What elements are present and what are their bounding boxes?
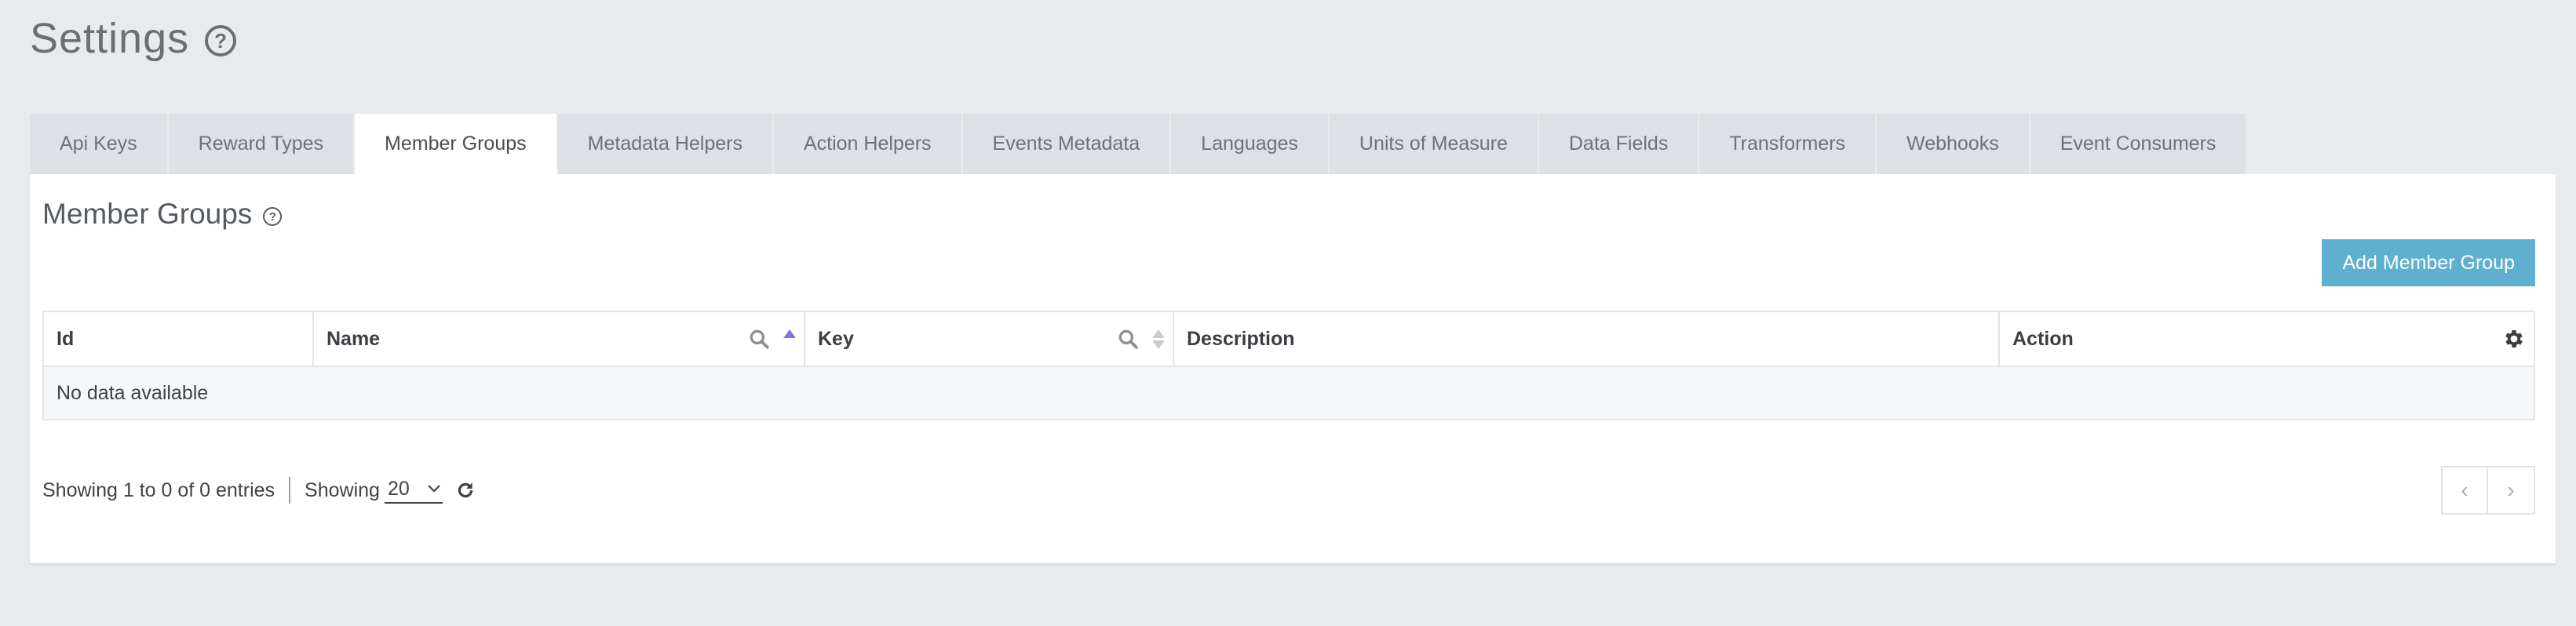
key-search-icon[interactable] — [1118, 329, 1138, 349]
prev-page-button[interactable]: ‹ — [2443, 468, 2488, 513]
tab-reward-types[interactable]: Reward Types — [168, 114, 356, 174]
help-icon[interactable]: ? — [205, 25, 237, 56]
next-page-button[interactable]: › — [2488, 468, 2534, 513]
section-help-icon[interactable]: ? — [263, 207, 283, 226]
gear-icon[interactable] — [2502, 327, 2526, 351]
member-groups-panel: Member Groups ? Add Member Group Id Name — [30, 174, 2556, 563]
add-member-group-button[interactable]: Add Member Group — [2322, 239, 2535, 286]
tab-webhooks[interactable]: Webhooks — [1877, 114, 2031, 174]
column-header-description[interactable]: Description — [1173, 311, 2000, 367]
column-label-action: Action — [2012, 327, 2074, 350]
column-header-name[interactable]: Name — [313, 311, 805, 367]
tab-data-fields[interactable]: Data Fields — [1538, 114, 1700, 174]
table-row-empty: No data available — [43, 366, 2534, 420]
section-title: Member Groups — [42, 198, 253, 230]
name-column-tools — [749, 329, 796, 349]
tab-events-metadata[interactable]: Events Metadata — [962, 114, 1172, 174]
section-header: Member Groups ? — [42, 198, 283, 231]
tab-units-of-measure[interactable]: Units of Measure — [1329, 114, 1539, 174]
column-label-description: Description — [1187, 327, 1295, 350]
column-label-name: Name — [327, 327, 381, 350]
column-label-id: Id — [57, 327, 75, 350]
name-sort-icon[interactable] — [783, 329, 796, 338]
page-size-control: Showing 20 — [305, 478, 476, 504]
column-label-key: Key — [818, 327, 854, 350]
tab-transformers[interactable]: Transformers — [1699, 114, 1877, 174]
tab-event-consumers[interactable]: Event Consumers — [2030, 114, 2248, 174]
action-column-tools — [2502, 327, 2526, 351]
tab-api-keys[interactable]: Api Keys — [30, 114, 169, 174]
empty-message: No data available — [43, 366, 2534, 420]
key-column-tools — [1118, 329, 1165, 349]
column-header-key[interactable]: Key — [805, 311, 1174, 367]
table-header-row: Id Name Key Description Action — [43, 311, 2534, 367]
footer-divider — [289, 477, 291, 504]
key-sort-icon[interactable] — [1152, 329, 1165, 349]
page-title: Settings — [30, 15, 190, 62]
column-header-id[interactable]: Id — [43, 311, 314, 367]
page-size-label: Showing — [305, 479, 380, 501]
column-header-action: Action — [1999, 311, 2534, 367]
tab-action-helpers[interactable]: Action Helpers — [773, 114, 963, 174]
entries-info: Showing 1 to 0 of 0 entries — [42, 479, 275, 501]
page-header: Settings ? — [30, 14, 237, 63]
tab-metadata-helpers[interactable]: Metadata Helpers — [557, 114, 774, 174]
tab-languages[interactable]: Languages — [1171, 114, 1330, 174]
page-size-select[interactable]: 20 — [384, 477, 443, 504]
pagination: ‹ › — [2441, 466, 2535, 515]
tab-member-groups[interactable]: Member Groups — [355, 114, 558, 174]
refresh-icon[interactable] — [455, 480, 476, 500]
member-groups-table: Id Name Key Description Action No data a… — [42, 311, 2535, 420]
page-size-value: 20 — [387, 477, 410, 500]
table-footer: Showing 1 to 0 of 0 entries Showing 20 ‹… — [42, 466, 2535, 515]
chevron-down-icon — [427, 485, 440, 493]
settings-tabs: Api Keys Reward Types Member Groups Meta… — [30, 114, 2248, 174]
name-search-icon[interactable] — [749, 329, 769, 349]
